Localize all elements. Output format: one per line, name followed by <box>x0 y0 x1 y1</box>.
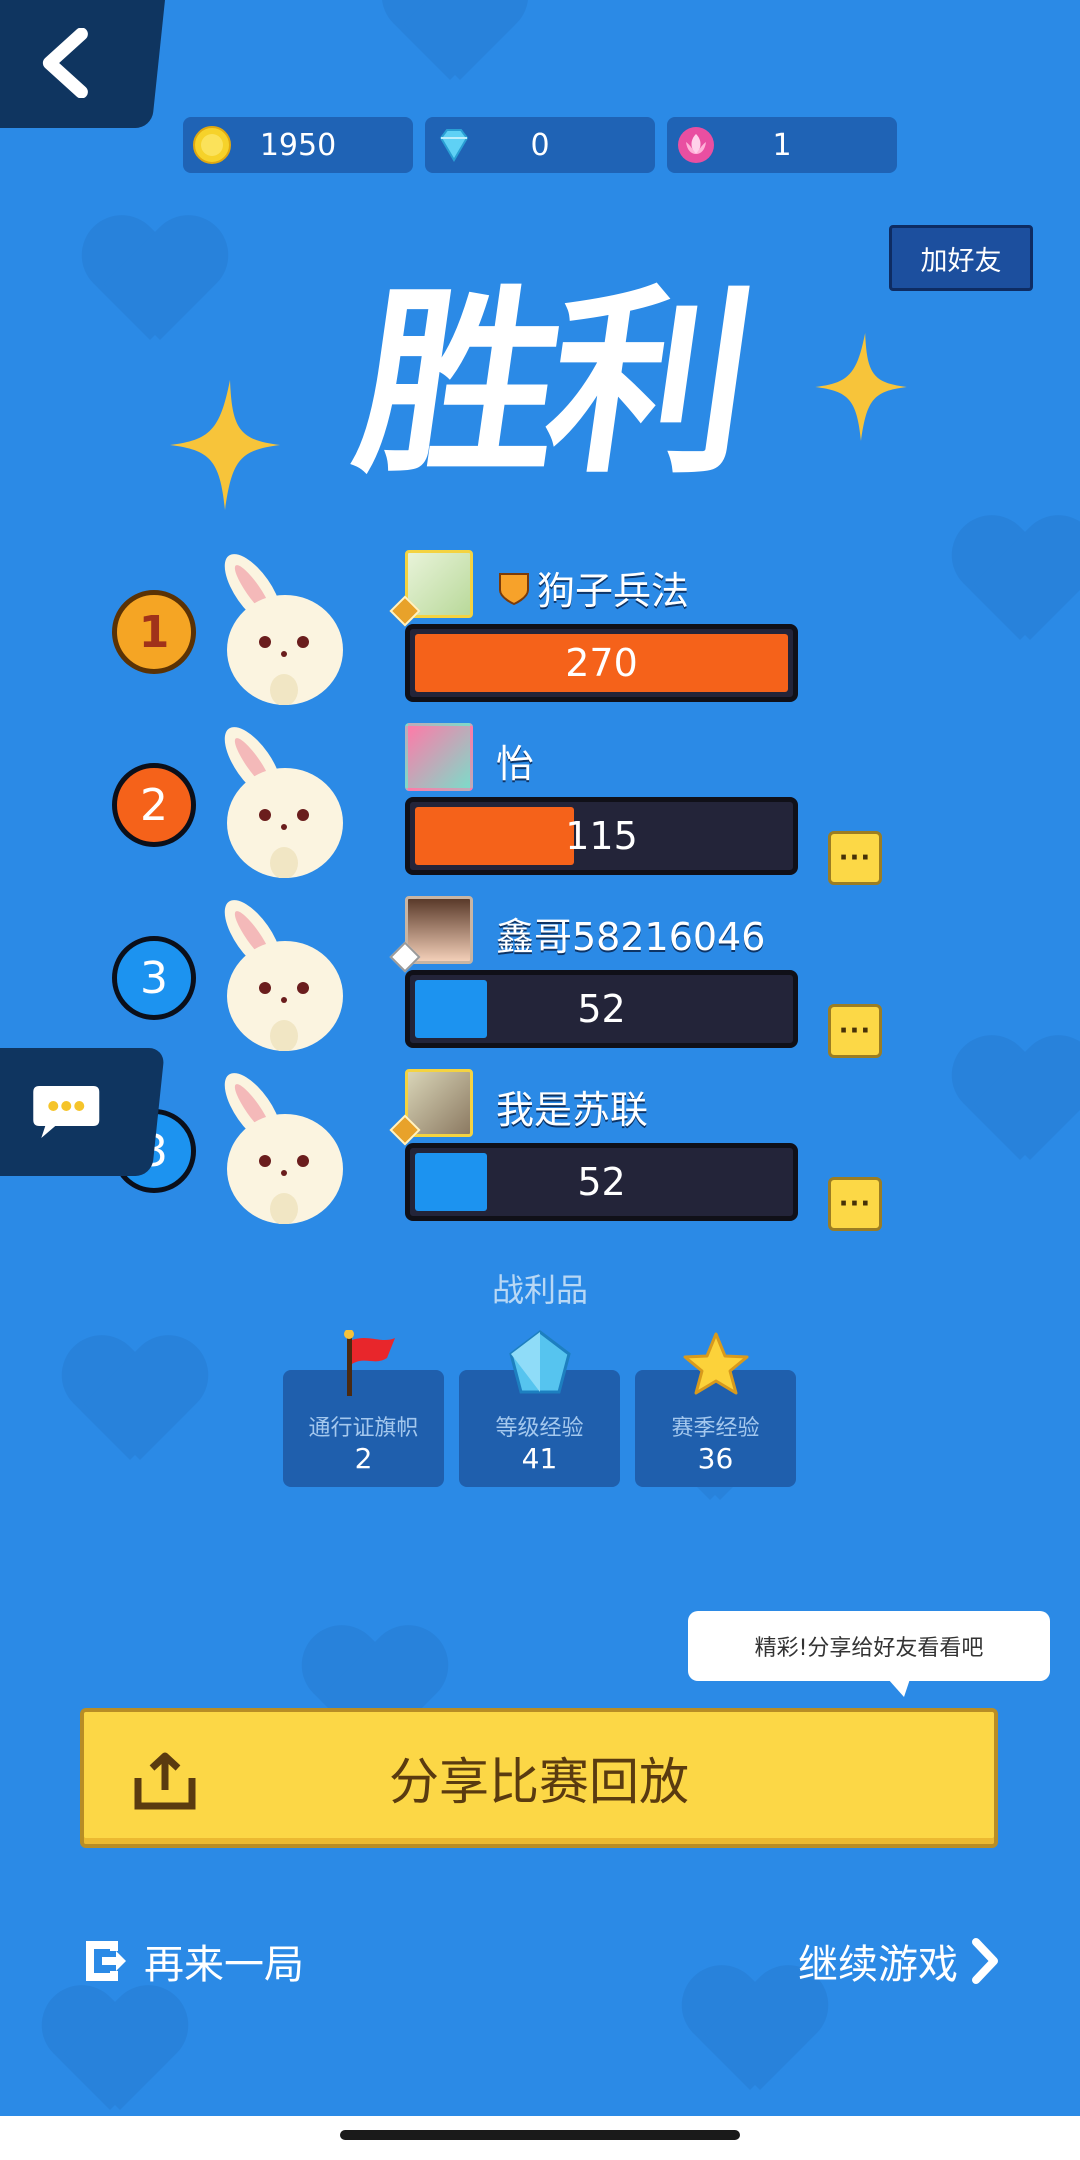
more-button[interactable]: ··· <box>828 1177 882 1231</box>
loot-value: 41 <box>521 1442 558 1475</box>
more-button[interactable]: ··· <box>828 1004 882 1058</box>
score-value: 270 <box>565 641 638 685</box>
player-avatar[interactable] <box>405 723 473 791</box>
sparkle-right-icon <box>815 333 907 441</box>
lotus-counter: 1 <box>667 117 897 173</box>
loot-value: 2 <box>354 1442 373 1475</box>
loot-grid: 通行证旗帜 2 等级经验 41 赛季经验 36 <box>283 1330 796 1487</box>
crystal-icon <box>508 1330 571 1394</box>
chat-button[interactable] <box>0 1048 165 1176</box>
flag-icon <box>343 1330 395 1396</box>
currency-bar: 1950 0 1 <box>183 117 897 173</box>
player-row: 2 怡 115 ··· <box>0 723 1080 893</box>
bunny-avatar-icon <box>224 727 343 878</box>
score-bar: 52 <box>405 970 798 1048</box>
share-replay-label: 分享比赛回放 <box>389 1753 689 1811</box>
score-value: 52 <box>577 987 626 1031</box>
star-icon <box>683 1332 748 1395</box>
chevron-left-icon <box>42 28 88 98</box>
bunny-avatar-icon <box>224 1073 343 1224</box>
rank-badge: 3 <box>112 936 196 1020</box>
score-bar: 270 <box>405 624 798 702</box>
rank-badge: 2 <box>112 763 196 847</box>
loot-label: 等级经验 <box>495 1416 584 1441</box>
lotus-icon <box>678 127 714 163</box>
player-row: 3 鑫哥58216046 52 ··· <box>0 896 1080 1066</box>
loot-item: 赛季经验 36 <box>635 1332 796 1487</box>
play-again-label: 再来一局 <box>144 1942 304 1988</box>
score-bar: 52 <box>405 1143 798 1221</box>
loot-label: 赛季经验 <box>671 1416 760 1441</box>
player-row: 3 我是苏联 52 ··· <box>0 1069 1080 1239</box>
sparkle-left-icon <box>170 380 280 510</box>
play-again-button[interactable]: 再来一局 <box>82 1932 304 1990</box>
rank-emblem-icon <box>499 573 529 606</box>
exit-arrow-icon <box>86 1941 126 1981</box>
score-value: 52 <box>577 1160 626 1204</box>
coin-counter: 1950 <box>183 117 413 173</box>
loot-title: 战利品 <box>491 1271 588 1309</box>
player-name: 鑫哥58216046 <box>496 915 766 959</box>
diamond-icon <box>439 129 469 162</box>
chevron-right-icon <box>972 1938 998 1984</box>
victory-title: 胜利 <box>343 268 757 501</box>
diamond-counter: 0 <box>425 117 655 173</box>
continue-game-label: 继续游戏 <box>798 1942 958 1988</box>
share-replay-button[interactable]: 分享比赛回放 <box>80 1708 998 1848</box>
add-friend-button[interactable]: 加好友 <box>889 225 1033 291</box>
loot-item: 通行证旗帜 2 <box>283 1330 444 1487</box>
loot-item: 等级经验 41 <box>459 1330 620 1487</box>
player-name: 怡 <box>496 742 535 786</box>
player-name: 我是苏联 <box>496 1088 649 1132</box>
loot-label: 通行证旗帜 <box>308 1416 419 1441</box>
continue-game-button[interactable]: 继续游戏 <box>798 1932 1000 1990</box>
rank-badge: 1 <box>112 590 196 674</box>
home-indicator[interactable] <box>340 2130 740 2140</box>
player-row: 1 狗子兵法 270 <box>0 550 1080 720</box>
score-value: 115 <box>565 814 638 858</box>
more-button[interactable]: ··· <box>828 831 882 885</box>
bunny-avatar-icon <box>224 900 343 1051</box>
chat-bubble-icon <box>33 1086 100 1138</box>
share-tooltip: 精彩!分享给好友看看吧 <box>688 1611 1050 1697</box>
score-bar: 115 <box>405 797 798 875</box>
player-name: 狗子兵法 <box>537 569 690 613</box>
loot-value: 36 <box>697 1442 734 1475</box>
coin-icon <box>193 126 231 164</box>
back-button[interactable] <box>0 0 165 128</box>
bunny-avatar-icon <box>224 554 343 705</box>
